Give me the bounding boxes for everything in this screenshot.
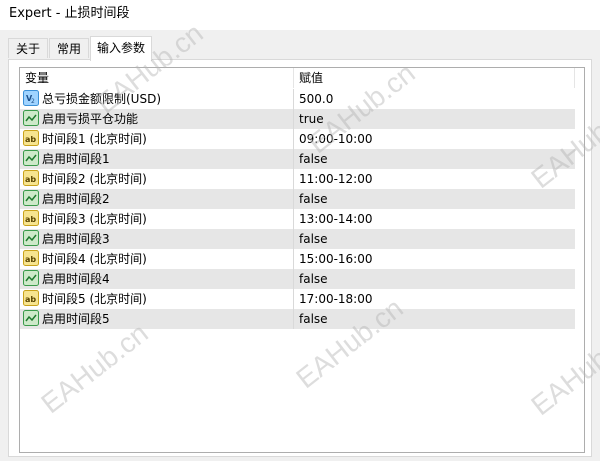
table-row[interactable]: 启用时间段4 false xyxy=(20,269,575,289)
table-row[interactable]: 启用时间段1 false xyxy=(20,149,575,169)
value-cell[interactable]: 500.0 xyxy=(299,89,333,109)
value-cell[interactable]: false xyxy=(299,309,328,329)
svg-text:ab: ab xyxy=(25,255,36,264)
variable-name: 时间段3 (北京时间) xyxy=(42,212,147,226)
variable-cell[interactable]: ab 时间段4 (北京时间) xyxy=(20,249,294,269)
bool-value-icon xyxy=(23,190,39,206)
variable-cell[interactable]: ab 时间段3 (北京时间) xyxy=(20,209,294,229)
value-cell[interactable]: 11:00-12:00 xyxy=(299,169,373,189)
variable-cell[interactable]: 启用时间段4 xyxy=(20,269,294,289)
variable-name: 启用时间段2 xyxy=(42,192,110,206)
value-cell[interactable]: false xyxy=(299,149,328,169)
bool-value-icon xyxy=(23,230,39,246)
value-cell[interactable]: false xyxy=(299,269,328,289)
variable-name: 时间段1 (北京时间) xyxy=(42,132,147,146)
tab-inputs[interactable]: 输入参数 xyxy=(90,36,152,61)
inputs-panel: 变量 赋值 V 2 总亏损金额限制(USD) 500.0 启用亏损平仓功能 true ab 时… xyxy=(8,59,592,457)
tab-common[interactable]: 常用 xyxy=(49,38,89,58)
title-bar: Expert - 止损时间段 xyxy=(0,0,600,30)
string-value-icon: ab xyxy=(23,170,39,186)
value-cell[interactable]: 09:00-10:00 xyxy=(299,129,373,149)
variable-name: 启用时间段5 xyxy=(42,312,110,326)
table-row[interactable]: 启用时间段2 false xyxy=(20,189,575,209)
bool-value-icon xyxy=(23,150,39,166)
column-header-value[interactable]: 赋值 xyxy=(294,68,575,88)
value-cell[interactable]: 17:00-18:00 xyxy=(299,289,373,309)
table-row[interactable]: 启用时间段5 false xyxy=(20,309,575,329)
svg-text:ab: ab xyxy=(25,135,36,144)
table-row[interactable]: ab 时间段2 (北京时间) 11:00-12:00 xyxy=(20,169,575,189)
variable-name: 时间段4 (北京时间) xyxy=(42,252,147,266)
variable-name: 启用时间段1 xyxy=(42,152,110,166)
value-cell[interactable]: 13:00-14:00 xyxy=(299,209,373,229)
table-row[interactable]: V 2 总亏损金额限制(USD) 500.0 xyxy=(20,89,575,109)
value-cell[interactable]: true xyxy=(299,109,324,129)
bool-value-icon xyxy=(23,110,39,126)
table-row[interactable]: ab 时间段3 (北京时间) 13:00-14:00 xyxy=(20,209,575,229)
variable-cell[interactable]: ab 时间段1 (北京时间) xyxy=(20,129,294,149)
variable-cell[interactable]: 启用时间段5 xyxy=(20,309,294,329)
variable-cell[interactable]: ab 时间段2 (北京时间) xyxy=(20,169,294,189)
variable-cell[interactable]: 启用时间段2 xyxy=(20,189,294,209)
string-value-icon: ab xyxy=(23,210,39,226)
table-row[interactable]: 启用时间段3 false xyxy=(20,229,575,249)
svg-text:ab: ab xyxy=(25,295,36,304)
string-value-icon: ab xyxy=(23,250,39,266)
bool-value-icon xyxy=(23,270,39,286)
svg-text:ab: ab xyxy=(25,175,36,184)
variable-name: 启用亏损平仓功能 xyxy=(42,112,139,126)
variable-cell[interactable]: ab 时间段5 (北京时间) xyxy=(20,289,294,309)
variable-cell[interactable]: 启用亏损平仓功能 xyxy=(20,109,294,129)
double-value-icon: V2 xyxy=(23,90,39,106)
svg-text:2: 2 xyxy=(31,98,35,105)
table-row[interactable]: ab 时间段5 (北京时间) 17:00-18:00 xyxy=(20,289,575,309)
variable-name: 时间段5 (北京时间) xyxy=(42,292,147,306)
table-row[interactable]: ab 时间段1 (北京时间) 09:00-10:00 xyxy=(20,129,575,149)
table-row[interactable]: ab 时间段4 (北京时间) 15:00-16:00 xyxy=(20,249,575,269)
variable-cell[interactable]: V 2 总亏损金额限制(USD) xyxy=(20,89,294,109)
value-cell[interactable]: false xyxy=(299,189,328,209)
window-title: Expert - 止损时间段 xyxy=(9,6,130,21)
column-header-variable[interactable]: 变量 xyxy=(20,68,294,88)
bool-value-icon xyxy=(23,310,39,326)
string-value-icon: ab xyxy=(23,130,39,146)
variable-name: 启用时间段4 xyxy=(42,272,110,286)
variable-cell[interactable]: 启用时间段3 xyxy=(20,229,294,249)
string-value-icon: ab xyxy=(23,290,39,306)
variable-name: 总亏损金额限制(USD) xyxy=(42,92,162,106)
tab-about[interactable]: 关于 xyxy=(8,38,48,58)
table-row[interactable]: 启用亏损平仓功能 true xyxy=(20,109,575,129)
list-header: 变量 赋值 xyxy=(20,68,575,89)
variable-name: 启用时间段3 xyxy=(42,232,110,246)
value-cell[interactable]: 15:00-16:00 xyxy=(299,249,373,269)
svg-text:ab: ab xyxy=(25,215,36,224)
variable-name: 时间段2 (北京时间) xyxy=(42,172,147,186)
inputs-list[interactable]: 变量 赋值 V 2 总亏损金额限制(USD) 500.0 启用亏损平仓功能 true ab 时… xyxy=(19,67,585,453)
value-cell[interactable]: false xyxy=(299,229,328,249)
variable-cell[interactable]: 启用时间段1 xyxy=(20,149,294,169)
